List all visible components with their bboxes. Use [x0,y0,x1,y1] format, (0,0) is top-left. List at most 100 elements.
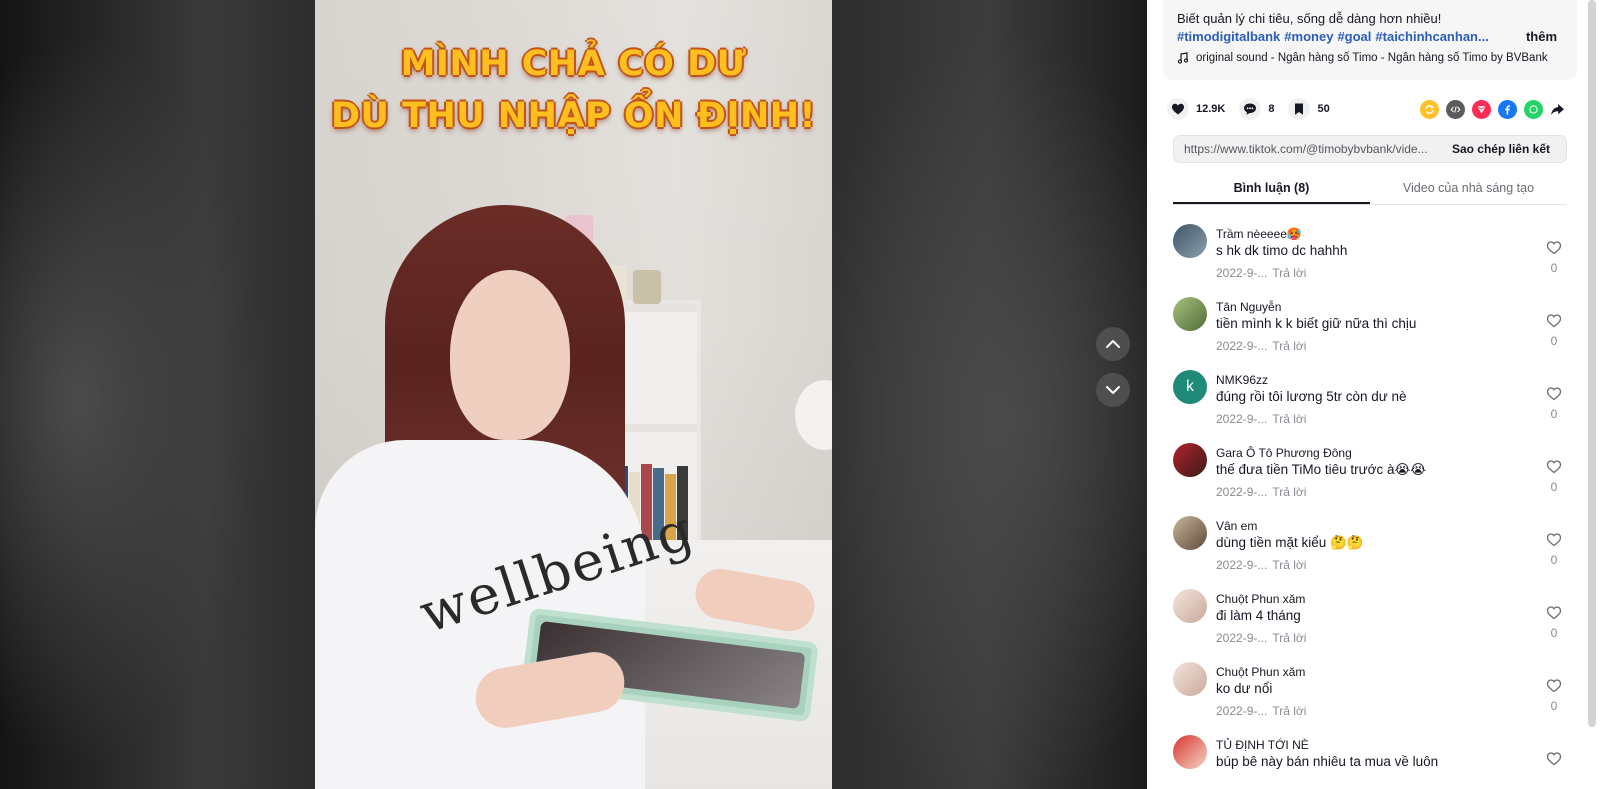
comment-username[interactable]: Tân Nguyễn [1216,300,1281,314]
heart-outline-icon [1546,314,1562,328]
save-count: 50 [1317,103,1330,115]
reply-button[interactable]: Trả lời [1272,412,1306,426]
video-caption-line1: MÌNH CHẢ CÓ DƯ [400,44,747,84]
facebook-share-button[interactable] [1498,99,1517,119]
sound-link[interactable]: original sound - Ngân hàng số Timo - Ngâ… [1177,52,1563,64]
comment-like-button[interactable]: 0 [1545,313,1563,348]
comment-item: k NMK96zz đúng rồi tôi lương 5tr còn dư … [1173,370,1567,443]
copy-link-button[interactable]: Sao chép liên kết [1452,142,1566,156]
copy-link-bar: https://www.tiktok.com/@timobybvbank/vid… [1173,135,1567,163]
action-bar: 12.9K 8 50 [1167,96,1567,122]
comment-icon [1244,103,1257,115]
reply-button[interactable]: Trả lời [1272,631,1306,645]
whatsapp-share-button[interactable] [1524,99,1543,119]
comment-like-count: 0 [1550,407,1558,421]
avatar[interactable] [1173,443,1207,477]
video-url[interactable]: https://www.tiktok.com/@timobybvbank/vid… [1174,142,1442,156]
comment-item: Gara Ô Tô Phương Đông thế đưa tiền TiMo … [1173,443,1567,516]
jar [633,270,661,304]
comment-username[interactable]: Chuột Phun xăm [1216,592,1305,606]
hashtag-link[interactable]: #goal [1337,29,1371,44]
comment-like-count: 0 [1550,626,1558,640]
avatar[interactable] [1173,297,1207,331]
share-arrow-icon [1551,103,1564,115]
comment-text: đúng rồi tôi lương 5tr còn dư nè [1216,389,1407,404]
reply-button[interactable]: Trả lời [1272,558,1306,572]
comment-item: Tân Nguyễn tiền mình k k biết giữ nữa th… [1173,297,1567,370]
comment-like-button[interactable]: 0 [1545,240,1563,275]
video-description: Biết quản lý chi tiêu, sống dễ dàng hơn … [1163,0,1577,80]
next-video-button[interactable] [1096,373,1130,407]
facebook-icon [1505,104,1510,114]
comment-date: 2022-9-... [1216,412,1268,426]
send-to-friends-button[interactable] [1472,99,1491,119]
video-player[interactable]: wellbeing MÌNH CHẢ CÓ DƯ DÙ THU NHẬP ỔN … [315,0,832,789]
chevron-up-icon [1106,340,1120,348]
comment-like-count: 0 [1550,334,1558,348]
page-scrollbar[interactable] [1588,0,1596,727]
video-stage: wellbeing MÌNH CHẢ CÓ DƯ DÙ THU NHẬP ỔN … [0,0,1147,789]
avatar[interactable] [1173,224,1207,258]
tab-comments[interactable]: Bình luận (8) [1173,172,1370,204]
sound-title: original sound - Ngân hàng số Timo - Ngâ… [1196,52,1548,64]
comment-item: Vân em dùng tiền mặt kiểu 🤔🤔 2022-9-... T… [1173,516,1567,589]
video-caption-line2: DÙ THU NHẬP ỔN ĐỊNH! [330,96,817,136]
send-icon [1476,105,1487,113]
comment-like-button[interactable]: 0 [1545,532,1563,567]
comment-like-button[interactable]: 0 [1545,386,1563,421]
comment-list: Trầm nèeeee🥵 s hk dk timo dc hahhh 2022-… [1173,224,1567,789]
comment-date: 2022-9-... [1216,266,1268,280]
reply-button[interactable]: Trả lời [1272,339,1306,353]
comment-like-button[interactable]: 0 [1545,605,1563,640]
reply-button[interactable]: Trả lời [1272,266,1306,280]
comment-username[interactable]: NMK96zz [1216,373,1268,387]
comment-text: tiền mình k k biết giữ nữa thì chịu [1216,316,1417,331]
comment-like-button[interactable]: 0 [1545,678,1563,713]
reply-button[interactable]: Trả lời [1272,485,1306,499]
reply-button[interactable]: Trả lời [1272,704,1306,718]
hashtag-link[interactable]: #taichinhcanhan... [1375,29,1488,44]
tab-creator-videos[interactable]: Video của nhà sáng tạo [1370,172,1567,204]
heart-outline-icon [1546,460,1562,474]
like-button[interactable]: 12.9K [1167,98,1225,120]
side-panel: Biết quản lý chi tiêu, sống dễ dàng hơn … [1147,0,1600,789]
repost-button[interactable] [1420,99,1439,119]
share-options [1413,99,1567,119]
comment-item: Trầm nèeeee🥵 s hk dk timo dc hahhh 2022-… [1173,224,1567,297]
comment-button[interactable]: 8 [1239,98,1274,120]
heart-icon [1172,103,1184,115]
avatar[interactable] [1173,735,1207,769]
avatar[interactable]: k [1173,370,1207,404]
embed-code-icon [1450,105,1461,113]
comment-username[interactable]: Vân em [1216,519,1257,533]
comment-username[interactable]: Gara Ô Tô Phương Đông [1216,446,1352,460]
comment-like-button[interactable]: 0 [1545,459,1563,494]
comment-like-button[interactable] [1545,751,1563,771]
comment-like-count: 0 [1550,699,1558,713]
more-share-button[interactable] [1548,100,1567,119]
repost-icon [1425,104,1434,114]
comment-date: 2022-9-... [1216,339,1268,353]
chevron-down-icon [1106,386,1120,394]
comment-username[interactable]: Trầm nèeeee🥵 [1216,227,1302,241]
comment-item: Chuột Phun xăm ko dư nổi 2022-9-... Trả l… [1173,662,1567,735]
hashtag-link[interactable]: #timodigitalbank [1177,29,1280,44]
save-button[interactable]: 50 [1288,98,1330,120]
embed-button[interactable] [1446,99,1465,119]
hashtag-link[interactable]: #money [1284,29,1333,44]
comment-date: 2022-9-... [1216,704,1268,718]
comment-like-count: 0 [1550,553,1558,567]
more-button[interactable]: thêm [1526,28,1563,45]
music-note-icon [1177,52,1189,64]
comment-username[interactable]: TỦ ĐỊNH TỚI NÈ [1216,738,1309,752]
heart-outline-icon [1546,241,1562,255]
avatar[interactable] [1173,589,1207,623]
comment-text: búp bê này bán nhiêu ta mua về luôn [1216,754,1439,769]
avatar[interactable] [1173,662,1207,696]
comment-text: s hk dk timo dc hahhh [1216,243,1348,258]
avatar[interactable] [1173,516,1207,550]
comment-username[interactable]: Chuột Phun xăm [1216,665,1305,679]
heart-outline-icon [1546,533,1562,547]
comment-text: thế đưa tiền TiMo tiêu trước à😭😭 [1216,462,1427,477]
previous-video-button[interactable] [1096,327,1130,361]
